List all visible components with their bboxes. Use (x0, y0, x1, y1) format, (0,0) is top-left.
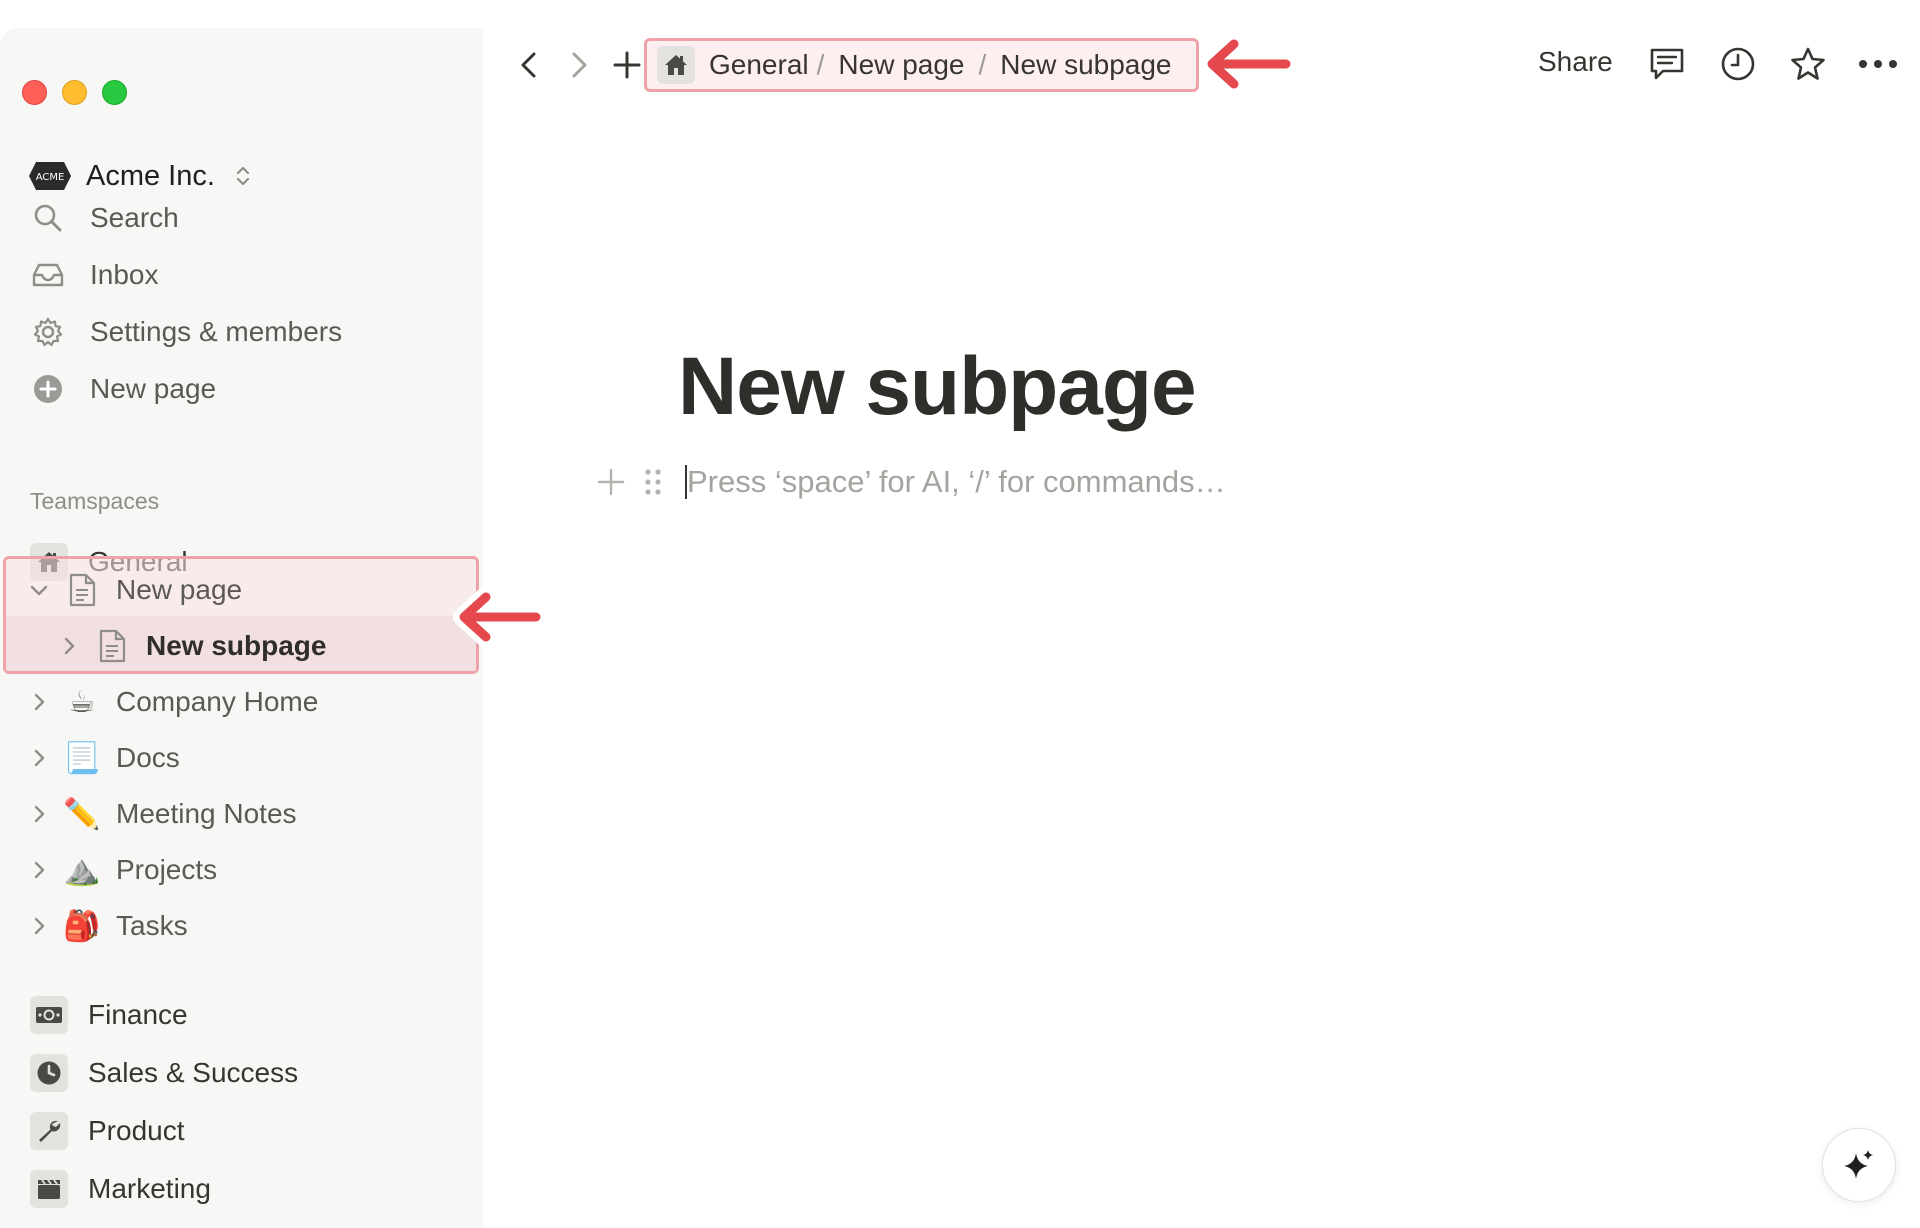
more-options-button[interactable] (1858, 44, 1898, 84)
sidebar-item-company-home[interactable]: ☕ Company Home (28, 676, 318, 728)
sidebar-item-label: Docs (116, 742, 180, 773)
sidebar-item-label: New subpage (146, 630, 327, 661)
forward-button[interactable] (558, 44, 600, 86)
comments-button[interactable] (1647, 44, 1687, 84)
sparkle-icon (1844, 1150, 1873, 1179)
sidebar-item-label: Sales & Success (88, 1057, 299, 1088)
sidebar-item-label: Finance (88, 999, 188, 1030)
chevron-right-icon[interactable] (28, 747, 50, 769)
chevron-down-icon[interactable] (28, 579, 50, 601)
block-placeholder: Press ‘space’ for AI, ‘/’ for commands… (687, 464, 1226, 499)
more-horizontal-icon (1859, 60, 1897, 68)
breadcrumb-item-general[interactable]: General (709, 49, 809, 81)
sidebar-item-label: New page (90, 373, 217, 404)
sidebar-item-tasks[interactable]: 🎒 Tasks (28, 900, 188, 952)
clock-icon (1721, 47, 1755, 81)
sidebar-item-label: New page (116, 574, 243, 605)
wrench-icon (30, 1112, 68, 1150)
gear-icon (30, 314, 66, 350)
chevron-right-icon (572, 52, 587, 78)
star-icon (1791, 47, 1825, 80)
breadcrumb: General / New page / New subpage (644, 38, 1199, 92)
sidebar-item-marketing[interactable]: Marketing (30, 1163, 211, 1215)
window-controls (22, 80, 127, 105)
sidebar-item-meeting-notes[interactable]: ✏️ Meeting Notes (28, 788, 297, 840)
chevron-right-icon[interactable] (28, 691, 50, 713)
chevron-right-icon[interactable] (28, 915, 50, 937)
back-button[interactable] (508, 44, 550, 86)
comment-icon (1650, 48, 1684, 80)
clock-icon (30, 1054, 68, 1092)
plus-icon (613, 51, 641, 79)
minimize-window-button[interactable] (62, 80, 87, 105)
sidebar-item-search[interactable]: Search (30, 196, 179, 240)
empty-block[interactable]: Press ‘space’ for AI, ‘/’ for commands… (593, 460, 1226, 504)
sidebar-item-label: Settings & members (90, 316, 343, 347)
sidebar-item-product[interactable]: Product (30, 1105, 185, 1157)
sidebar-item-label: Inbox (90, 259, 159, 290)
sidebar-item-label: Meeting Notes (116, 798, 297, 829)
teamspaces-heading: Teamspaces (30, 488, 160, 514)
breadcrumb-item-new-subpage[interactable]: New subpage (1000, 49, 1171, 81)
page-icon (62, 570, 102, 610)
sidebar-item-label: Search (90, 202, 179, 233)
mountain-icon: ⛰️ (63, 853, 101, 887)
search-icon (30, 200, 66, 236)
sidebar-item-new-subpage[interactable]: New subpage (58, 620, 326, 672)
sidebar-item-new-page[interactable]: New page (30, 367, 216, 411)
pencil-icon: ✏️ (63, 797, 101, 831)
ai-assistant-button[interactable] (1822, 1128, 1896, 1202)
coffee-icon: ☕ (68, 685, 96, 719)
sidebar-item-label: Company Home (116, 686, 319, 717)
workspace-logo-text: ACME (36, 172, 65, 183)
close-window-button[interactable] (22, 80, 47, 105)
scroll-icon: 📃 (63, 741, 101, 775)
sidebar-item-label: Projects (116, 854, 218, 885)
sidebar-item-finance[interactable]: Finance (30, 989, 188, 1041)
breadcrumb-separator: / (816, 49, 825, 80)
chevron-right-icon[interactable] (28, 859, 50, 881)
new-tab-button[interactable] (606, 44, 648, 86)
clapper-icon (30, 1170, 68, 1208)
share-button[interactable]: Share (1538, 46, 1613, 78)
page-icon (92, 626, 132, 666)
sidebar-item-label: Marketing (88, 1173, 211, 1204)
chevron-right-icon[interactable] (28, 803, 50, 825)
workspace-logo-icon: ACME (28, 161, 72, 191)
inbox-icon (30, 257, 66, 293)
chevron-up-down-icon (236, 166, 250, 186)
chevron-right-icon[interactable] (58, 635, 80, 657)
sidebar-item-projects[interactable]: ⛰️ Projects (28, 844, 217, 896)
breadcrumb-item-new-page[interactable]: New page (838, 49, 964, 81)
home-icon[interactable] (657, 46, 695, 84)
chevron-left-icon (521, 52, 536, 78)
sidebar-item-label: Tasks (116, 910, 188, 941)
annotation-arrow-breadcrumb (1201, 33, 1296, 95)
backpack-icon: 🎒 (63, 909, 101, 943)
sidebar-item-inbox[interactable]: Inbox (30, 253, 159, 297)
plus-circle-icon (30, 371, 66, 407)
money-icon (30, 996, 68, 1034)
page-title[interactable]: New subpage (678, 340, 1197, 434)
sidebar-item-sales-success[interactable]: Sales & Success (30, 1047, 298, 1099)
add-block-icon[interactable] (593, 464, 629, 500)
zoom-window-button[interactable] (102, 80, 127, 105)
breadcrumb-separator: / (978, 49, 987, 80)
sidebar-item-label: Product (88, 1115, 185, 1146)
favorite-button[interactable] (1788, 44, 1828, 84)
updates-button[interactable] (1718, 44, 1758, 84)
workspace-name: Acme Inc. (86, 159, 215, 192)
sidebar-item-settings[interactable]: Settings & members (30, 310, 342, 354)
workspace-switcher[interactable]: ACME Acme Inc. (28, 156, 253, 196)
annotation-arrow-sidebar (453, 586, 546, 648)
drag-handle-icon[interactable] (635, 464, 671, 500)
sidebar-item-new-page-tree[interactable]: New page (28, 564, 242, 616)
sidebar-item-docs[interactable]: 📃 Docs (28, 732, 180, 784)
